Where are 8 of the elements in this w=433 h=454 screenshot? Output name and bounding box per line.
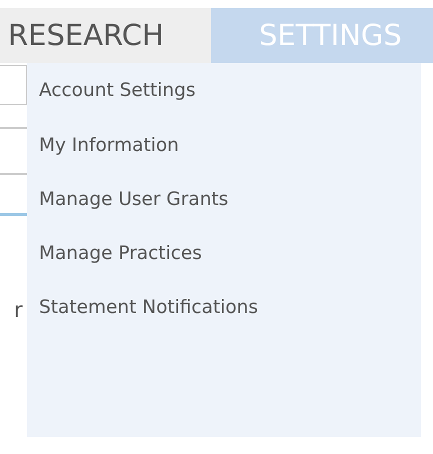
- menu-item[interactable]: Account Settings: [27, 63, 421, 119]
- menu-item[interactable]: Manage Practices: [27, 227, 421, 281]
- input-field[interactable]: [0, 65, 27, 105]
- nav-tab[interactable]: RESEARCH: [0, 8, 211, 63]
- menu-item[interactable]: Statement Notifications: [27, 281, 421, 335]
- label-text: r: [13, 300, 24, 321]
- menu-item[interactable]: Manage User Grants: [27, 173, 421, 227]
- menu-item[interactable]: My Information: [27, 119, 421, 173]
